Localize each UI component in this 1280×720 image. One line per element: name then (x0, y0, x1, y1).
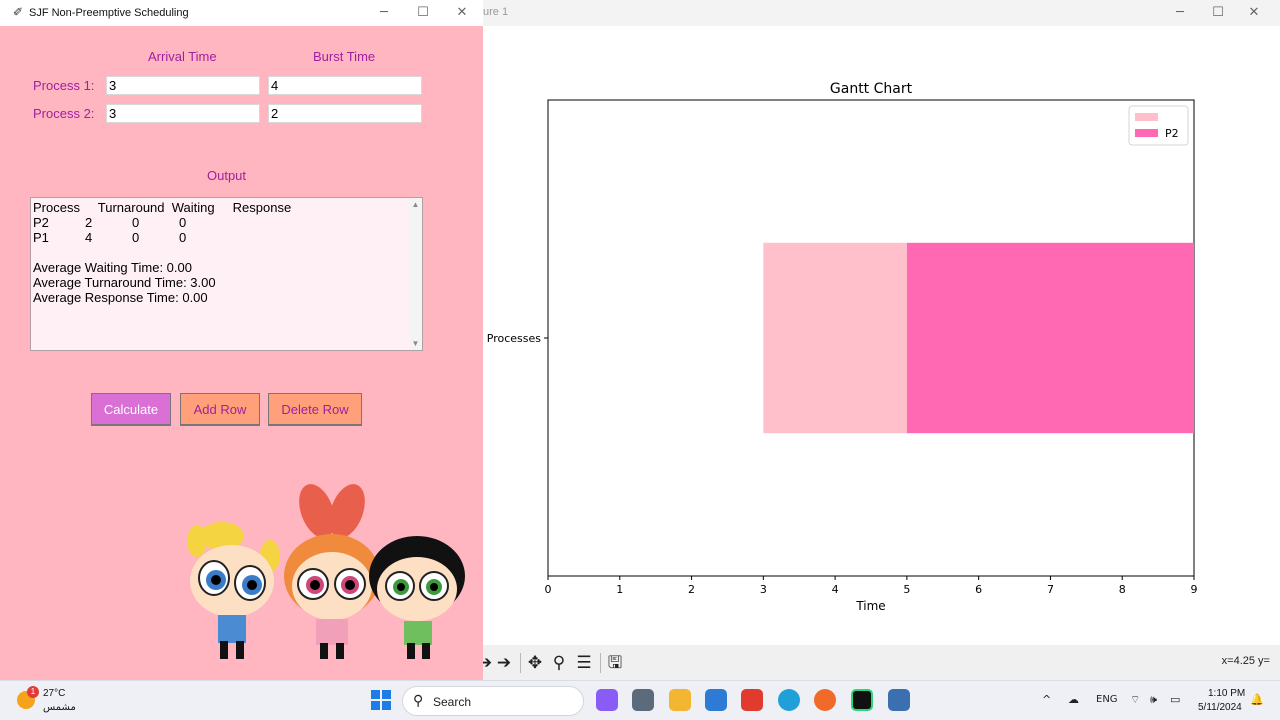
gantt-chart: Gantt Chart 0 1 2 3 4 5 6 7 8 9 Processes Time P2 (487, 81, 1198, 613)
wps-office-icon[interactable] (741, 689, 763, 711)
close-icon[interactable]: ✕ (1245, 4, 1263, 22)
configure-icon[interactable]: ☰ (574, 653, 594, 673)
x-tick-label: 3 (760, 583, 767, 596)
weather-badge: 1 (27, 686, 39, 698)
clock-date[interactable]: 5/11/2024 (1198, 702, 1242, 713)
minimize-icon[interactable]: ─ (1171, 4, 1189, 22)
taskbar-search[interactable]: ⚲ Search (402, 686, 584, 716)
wifi-icon[interactable]: ⌔ (1130, 693, 1140, 707)
firefox-icon[interactable] (814, 689, 836, 711)
python-app-icon[interactable] (888, 689, 910, 711)
figure-canvas: Gantt Chart 0 1 2 3 4 5 6 7 8 9 Processes Time P2 (483, 26, 1280, 645)
chevron-up-icon[interactable]: ^ (1042, 693, 1051, 706)
x-tick-label: 5 (903, 583, 910, 596)
legend-swatch (1135, 113, 1158, 121)
app-window-title: SJF Non-Preemptive Scheduling (29, 7, 189, 19)
y-tick-label: Processes (487, 332, 541, 345)
scroll-down-icon[interactable]: ▼ (409, 339, 422, 348)
notification-bell-icon[interactable]: 🔔 (1250, 693, 1264, 706)
figure-toolbar: ➔ ➔ ✥ ⚲ ☰ 🖫 x=4.25 y= (478, 645, 1280, 680)
process-2-burst-input[interactable]: 2 (268, 104, 422, 123)
x-tick-label: 9 (1191, 583, 1198, 596)
pan-icon[interactable]: ✥ (525, 653, 545, 673)
output-text: Process Turnaround Waiting Response P2 2… (33, 200, 292, 305)
x-tick-label: 7 (1047, 583, 1054, 596)
add-row-button[interactable]: Add Row (180, 393, 260, 426)
app-titlebar: ✐ SJF Non-Preemptive Scheduling ─ ☐ ✕ (0, 0, 483, 26)
output-scrollbar[interactable]: ▲ ▼ (409, 198, 422, 350)
zoom-icon[interactable]: ⚲ (549, 653, 569, 673)
search-label: Search (433, 695, 472, 709)
app-window: ✐ SJF Non-Preemptive Scheduling ─ ☐ ✕ Ar… (0, 0, 483, 680)
copilot-app-icon[interactable] (596, 689, 618, 711)
toolbar-separator (520, 653, 521, 673)
app-body: Arrival Time Burst Time Process 1: 3 4 P… (6, 26, 483, 680)
process-2-label: Process 2: (33, 106, 95, 121)
task-view-icon[interactable] (632, 689, 654, 711)
x-tick-label: 6 (975, 583, 982, 596)
volume-icon[interactable]: 🕪 (1150, 693, 1157, 707)
figure-titlebar: ure 1 ─ ☐ ✕ (483, 0, 1280, 26)
battery-icon[interactable]: ▭ (1170, 693, 1180, 706)
toolbar-separator (600, 653, 601, 673)
gantt-bar-series-1 (763, 242, 907, 434)
arrival-time-header: Arrival Time (148, 49, 217, 64)
windows-logo-icon (371, 690, 380, 699)
legend-swatch (1135, 129, 1158, 137)
calculate-button[interactable]: Calculate (91, 393, 171, 426)
chart-title: Gantt Chart (830, 81, 913, 97)
process-1-label: Process 1: (33, 78, 95, 93)
maximize-icon[interactable]: ☐ (1209, 4, 1227, 22)
delete-row-button[interactable]: Delete Row (268, 393, 362, 426)
output-label: Output (207, 168, 247, 183)
chart-legend: P2 (1128, 105, 1189, 146)
figure-window-title: ure 1 (483, 6, 509, 18)
x-tick-label: 8 (1119, 583, 1126, 596)
clock-time[interactable]: 1:10 PM (1208, 688, 1245, 699)
feather-icon: ✐ (13, 5, 24, 19)
windows-logo-icon (382, 701, 391, 710)
x-tick-label: 0 (545, 583, 552, 596)
x-tick-label: 1 (616, 583, 623, 596)
figure-window: ure 1 ─ ☐ ✕ Gantt Chart 0 1 2 3 4 5 6 7 8 9 Proce… (478, 0, 1280, 680)
x-axis-label: Time (855, 599, 885, 613)
cartoon-characters-image (187, 484, 465, 659)
network-off-icon[interactable]: ☁ (1068, 693, 1079, 706)
scroll-up-icon[interactable]: ▲ (409, 200, 422, 209)
process-1-burst-input[interactable]: 4 (268, 76, 422, 95)
process-2-arrival-input[interactable]: 3 (106, 104, 260, 123)
pycharm-icon[interactable] (851, 689, 873, 711)
edge-browser-icon[interactable] (778, 689, 800, 711)
file-explorer-icon[interactable] (669, 689, 691, 711)
windows-logo-icon (382, 690, 391, 699)
microsoft-store-icon[interactable] (705, 689, 727, 711)
minimize-icon[interactable]: ─ (375, 4, 393, 22)
search-icon: ⚲ (413, 692, 424, 708)
start-button[interactable] (371, 690, 391, 710)
coordinate-readout: x=4.25 y= (1221, 655, 1270, 667)
weather-condition: مشمس (43, 702, 76, 713)
save-icon[interactable]: 🖫 (605, 653, 625, 673)
close-icon[interactable]: ✕ (453, 4, 471, 22)
forward-icon[interactable]: ➔ (494, 653, 514, 673)
x-tick-label: 4 (832, 583, 839, 596)
maximize-icon[interactable]: ☐ (414, 4, 432, 22)
windows-logo-icon (371, 701, 380, 710)
process-1-arrival-input[interactable]: 3 (106, 76, 260, 95)
x-tick-label: 2 (688, 583, 695, 596)
taskbar: 1 27°C مشمس ⚲ Search ^ ☁ ENG ⌔ 🕪 ▭ 1:10 … (0, 680, 1280, 720)
legend-label: P2 (1165, 127, 1179, 140)
language-indicator[interactable]: ENG (1096, 694, 1118, 705)
output-textbox[interactable]: Process Turnaround Waiting Response P2 2… (30, 197, 423, 351)
gantt-bar-p2 (906, 242, 1194, 434)
burst-time-header: Burst Time (313, 49, 376, 64)
weather-temperature[interactable]: 27°C (43, 688, 65, 699)
